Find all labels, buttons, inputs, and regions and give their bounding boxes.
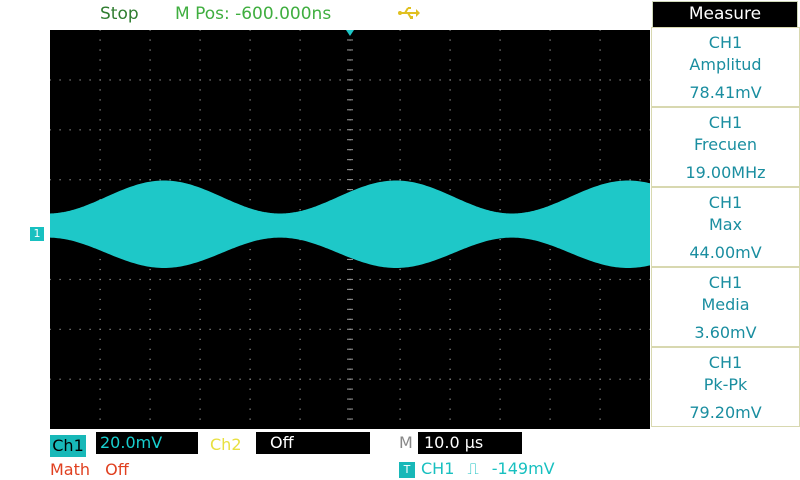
trigger-badge: T: [399, 462, 415, 478]
ch1-ground-marker: 1: [30, 227, 44, 241]
measure-source: CH1: [708, 193, 743, 212]
measure-value: 79.20mV: [689, 403, 762, 422]
measure-item-max[interactable]: CH1 Max 44.00mV: [651, 187, 800, 267]
measure-name: Max: [708, 215, 743, 234]
measure-value: 78.41mV: [689, 83, 762, 102]
waveform-display[interactable]: [50, 30, 650, 429]
measure-value: 44.00mV: [689, 243, 762, 262]
m-pos-readout: M Pos: -600.000ns: [175, 4, 332, 24]
waveform-svg: [50, 30, 650, 420]
ch1-label[interactable]: Ch1: [49, 434, 87, 458]
ch2-label[interactable]: Ch2: [210, 434, 242, 456]
measure-value: 19.00MHz: [685, 163, 766, 182]
measure-value: 3.60mV: [694, 323, 757, 342]
usb-icon: [398, 5, 420, 21]
trigger-level: -149mV: [491, 459, 555, 478]
measure-item-pk-pk[interactable]: CH1 Pk-Pk 79.20mV: [651, 347, 800, 427]
trigger-status[interactable]: T CH1 ⎍ -149mV: [399, 459, 555, 479]
measure-item-amplitude[interactable]: CH1 Amplitud 78.41mV: [651, 27, 800, 107]
trigger-source: CH1: [421, 459, 455, 478]
measure-item-mean[interactable]: CH1 Media 3.60mV: [651, 267, 800, 347]
math-label: Math: [50, 460, 91, 479]
math-status[interactable]: Math Off: [50, 460, 129, 479]
rising-edge-icon: ⎍: [467, 459, 479, 478]
measure-item-frequency[interactable]: CH1 Frecuen 19.00MHz: [651, 107, 800, 187]
ch1-scale[interactable]: 20.0mV: [96, 432, 198, 454]
measure-source: CH1: [708, 273, 743, 292]
timebase-value[interactable]: 10.0 μs: [418, 432, 522, 454]
measure-name: Media: [701, 295, 750, 314]
measure-title[interactable]: Measure: [652, 1, 798, 28]
measure-source: CH1: [708, 33, 743, 52]
measure-source: CH1: [708, 113, 743, 132]
ch2-state[interactable]: Off: [256, 432, 370, 454]
run-state: Stop: [100, 4, 139, 24]
measure-name: Frecuen: [693, 135, 758, 154]
measure-name: Amplitud: [689, 55, 762, 74]
measure-name: Pk-Pk: [703, 375, 748, 394]
timebase-label: M: [399, 433, 413, 452]
math-state: Off: [105, 460, 129, 479]
measure-source: CH1: [708, 353, 743, 372]
